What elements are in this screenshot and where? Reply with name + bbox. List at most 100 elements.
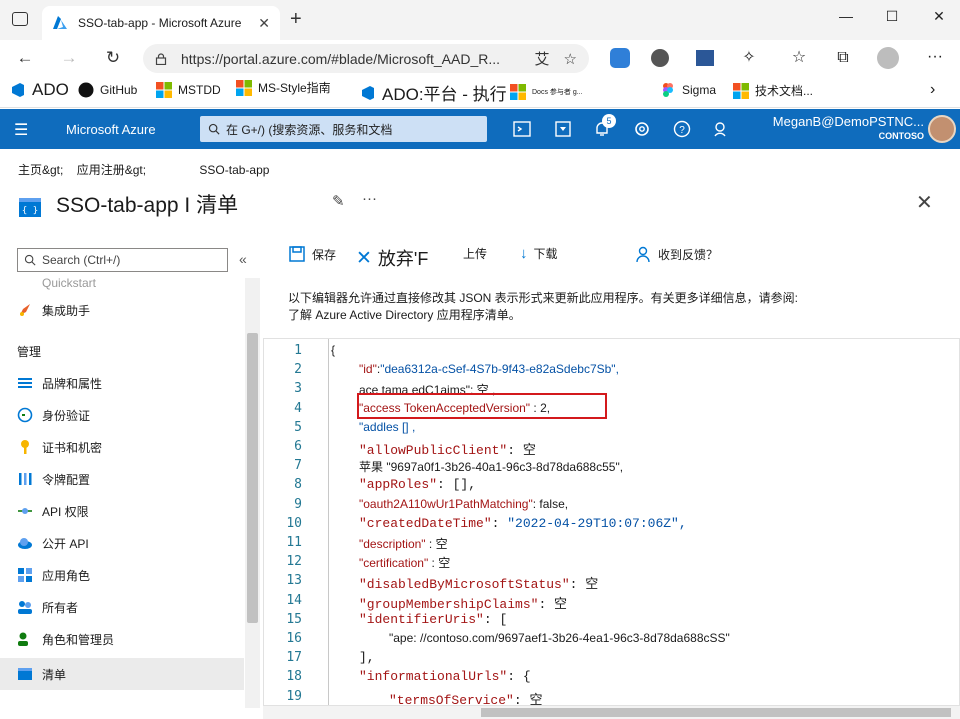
collections-icon[interactable]: ⧉ bbox=[830, 46, 856, 70]
code-line[interactable]: "identifierUris": [ bbox=[359, 612, 507, 627]
more-options-icon[interactable]: ··· bbox=[362, 190, 377, 207]
breadcrumb-app-registrations[interactable]: 应用注册&gt; bbox=[77, 163, 146, 177]
feedback-icon[interactable] bbox=[712, 119, 732, 139]
tab-close-icon[interactable]: ✕ bbox=[258, 15, 270, 32]
sidebar-item-certificates[interactable]: 证书和机密 bbox=[17, 435, 102, 459]
code-line[interactable]: "createdDateTime": "2022-04-29T10:07:06Z… bbox=[359, 516, 687, 531]
extension-word-icon[interactable] bbox=[693, 46, 719, 70]
sidebar-search-input[interactable]: Search (Ctrl+/) bbox=[17, 248, 228, 272]
sidebar-item-api-permissions[interactable]: API 权限 bbox=[17, 499, 89, 523]
line-number: 18 bbox=[286, 669, 302, 685]
global-search-input[interactable]: 在 G+/) (搜索资源、服务和文档 bbox=[200, 116, 487, 142]
new-tab-button[interactable]: + bbox=[290, 8, 302, 31]
forward-button[interactable]: → bbox=[56, 46, 82, 70]
close-blade-icon[interactable]: ✕ bbox=[916, 190, 933, 215]
sidebar-item-roles-admins[interactable]: 角色和管理员 bbox=[17, 627, 114, 651]
bookmark-mstdd[interactable]: MSTDD bbox=[156, 82, 221, 98]
line-number: 10 bbox=[286, 515, 302, 531]
favorite-add-icon[interactable]: ☆ bbox=[564, 50, 577, 68]
code-line[interactable]: "ape: //contoso.com/9697aef1-3b26-4ea1-9… bbox=[389, 631, 730, 645]
directory-filter-icon[interactable] bbox=[553, 119, 573, 139]
bookmark-github[interactable]: GitHub bbox=[78, 82, 137, 98]
cloud-icon bbox=[17, 278, 33, 291]
bookmark-ado-platform[interactable]: ADO:平台 - 执行 bbox=[360, 80, 507, 105]
settings-gear-icon[interactable] bbox=[632, 119, 652, 139]
code-line[interactable]: "allowPublicClient": 空 bbox=[359, 439, 536, 458]
line-number: 13 bbox=[286, 573, 302, 589]
line-number: 5 bbox=[294, 419, 302, 435]
tab-actions-icon[interactable] bbox=[12, 12, 28, 26]
manifest-doc-link[interactable]: 了解 Azure Active Directory 应用程序清单。 bbox=[288, 307, 798, 324]
cloud-shell-icon[interactable] bbox=[512, 119, 532, 139]
favorites-icon[interactable]: ☆ bbox=[786, 46, 812, 70]
browser-tab[interactable]: SSO-tab-app - Microsoft Azure ✕ bbox=[42, 6, 280, 40]
pin-icon[interactable]: ✎ bbox=[332, 192, 345, 210]
line-number: 3 bbox=[294, 381, 302, 397]
code-line[interactable]: 苹果 "9697a0f1-3b26-40a1-96c3-8d78da688c55… bbox=[359, 458, 623, 475]
bookmark-ado[interactable]: ADO bbox=[10, 80, 69, 100]
microsoft-logo-icon bbox=[236, 79, 252, 96]
bookmarks-overflow-icon[interactable]: › bbox=[930, 81, 935, 99]
sidebar: Quickstart 集成助手 管理 品牌和属性 身份验证 证书和机密 令牌配置… bbox=[0, 278, 260, 719]
azure-brand[interactable]: Microsoft Azure bbox=[66, 122, 156, 137]
sidebar-item-manifest[interactable]: 清单 bbox=[0, 658, 244, 690]
extensions-puzzle-icon[interactable]: ✧ bbox=[736, 46, 762, 70]
token-config-icon bbox=[19, 473, 32, 485]
close-window-button[interactable]: ✕ bbox=[924, 8, 954, 25]
breadcrumb-home[interactable]: 主页&gt; bbox=[18, 163, 63, 177]
bookmark-ms-style[interactable]: MS-Style指南 bbox=[236, 79, 331, 96]
translate-icon[interactable]: 艾 bbox=[535, 48, 550, 69]
code-line[interactable]: "certification" : 空 bbox=[359, 554, 450, 571]
breadcrumb-current[interactable]: SSO-tab-app bbox=[199, 163, 269, 177]
refresh-button[interactable]: ↻ bbox=[100, 46, 126, 70]
sidebar-item-branding[interactable]: 品牌和属性 bbox=[17, 371, 102, 395]
sidebar-item-expose-api[interactable]: 公开 API bbox=[17, 531, 89, 555]
account-info[interactable]: MeganB@DemoPSTNC... CONTOSO bbox=[773, 114, 924, 141]
code-line[interactable]: "description" : 空 bbox=[359, 535, 448, 552]
address-bar[interactable]: https://portal.azure.com/#blade/Microsof… bbox=[143, 44, 589, 73]
branding-icon bbox=[18, 378, 32, 388]
sidebar-item-owners[interactable]: 所有者 bbox=[17, 595, 78, 619]
code-line[interactable]: "oauth2A110wUr1PathMatching": false, bbox=[359, 497, 568, 511]
sidebar-item-integration-assistant[interactable]: 集成助手 bbox=[17, 298, 90, 322]
code-line[interactable]: "appRoles": [], bbox=[359, 477, 476, 492]
extension-shield-icon[interactable] bbox=[608, 46, 634, 70]
bookmark-sigma[interactable]: Sigma bbox=[660, 82, 716, 98]
sidebar-item-authentication[interactable]: 身份验证 bbox=[17, 403, 90, 427]
code-line[interactable]: ], bbox=[359, 650, 375, 665]
settings-more-icon[interactable]: ··· bbox=[922, 46, 948, 70]
profile-icon[interactable] bbox=[875, 46, 901, 70]
code-line[interactable]: "informationalUrls": { bbox=[359, 669, 531, 684]
discard-button[interactable]: ✕ 放弃'F bbox=[356, 245, 428, 271]
collapse-sidebar-icon[interactable]: « bbox=[239, 251, 247, 267]
bookmark-tech-docs[interactable]: 技术文档... bbox=[733, 82, 813, 99]
maximize-button[interactable]: ☐ bbox=[877, 8, 907, 25]
line-number: 16 bbox=[286, 631, 302, 646]
code-line[interactable]: "groupMembershipClaims": 空 bbox=[359, 593, 567, 612]
avatar[interactable] bbox=[928, 115, 956, 143]
code-line[interactable]: "addles [] , bbox=[359, 420, 415, 434]
sidebar-item-app-roles[interactable]: 应用角色 bbox=[17, 563, 90, 587]
code-line[interactable]: "id":"dea6312a-cSef-4S7b-9f43-e82aSdebc7… bbox=[359, 362, 619, 376]
code-line[interactable]: { bbox=[331, 343, 335, 357]
sidebar-scrollbar[interactable] bbox=[245, 278, 260, 708]
minimize-button[interactable]: — bbox=[831, 8, 861, 24]
sidebar-item-quickstart[interactable]: Quickstart bbox=[17, 278, 96, 295]
feedback-button[interactable]: 收到反馈？ bbox=[634, 245, 718, 263]
back-button[interactable]: ← bbox=[12, 46, 38, 70]
bookmark-docs[interactable]: Docs 参与者 g... bbox=[510, 84, 583, 100]
code-line[interactable]: "termsOfService": 空 bbox=[389, 689, 542, 705]
portal-menu-icon[interactable]: ☰ bbox=[14, 120, 28, 140]
extension-gauge-icon[interactable] bbox=[648, 46, 674, 70]
cloud-icon bbox=[18, 538, 32, 549]
code-line[interactable]: "disabledByMicrosoftStatus": 空 bbox=[359, 573, 598, 592]
figma-icon bbox=[663, 83, 673, 97]
sidebar-item-token-config[interactable]: 令牌配置 bbox=[17, 467, 90, 491]
editor-horizontal-scrollbar[interactable] bbox=[263, 706, 960, 719]
line-number: 17 bbox=[286, 650, 302, 666]
upload-button[interactable]: 上传 bbox=[463, 245, 487, 262]
save-button[interactable]: 保存 bbox=[288, 245, 336, 263]
download-button[interactable]: ↓ 下载 bbox=[520, 245, 558, 262]
help-icon[interactable]: ? bbox=[672, 119, 692, 139]
json-editor[interactable]: 1 2 3 4 5 6 7 8 9 10 11 12 13 14 15 16 17 18 19 {"id":"dea… bbox=[263, 338, 960, 706]
